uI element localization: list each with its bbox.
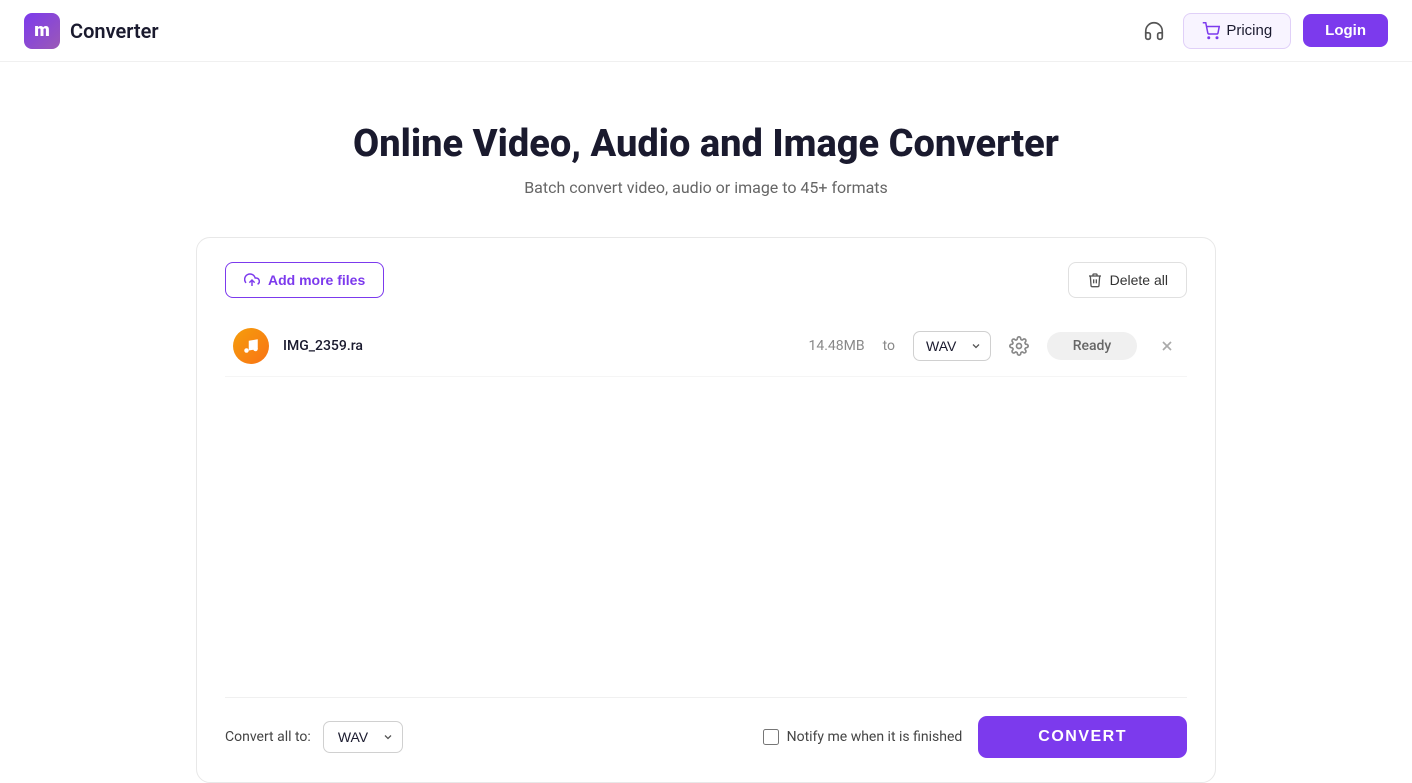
delete-all-button[interactable]: Delete all — [1068, 262, 1187, 298]
add-files-button[interactable]: Add more files — [225, 262, 384, 298]
status-badge: Ready — [1047, 332, 1137, 360]
pricing-button[interactable]: Pricing — [1183, 13, 1291, 49]
convert-button[interactable]: CONVERT — [978, 716, 1187, 758]
add-files-label: Add more files — [268, 272, 365, 288]
page-subtitle: Batch convert video, audio or image to 4… — [524, 178, 888, 197]
convert-all-select[interactable]: WAV MP3 AAC FLAC OGG M4A WMA — [323, 721, 403, 753]
header-right: Pricing Login — [1137, 13, 1388, 49]
header-left: m Converter — [24, 13, 159, 49]
converter-toolbar: Add more files Delete all — [225, 262, 1187, 298]
converter-bottom: Convert all to: WAV MP3 AAC FLAC OGG M4A… — [225, 697, 1187, 758]
format-select[interactable]: WAV MP3 AAC FLAC OGG M4A WMA — [913, 331, 991, 361]
notify-checkbox[interactable] — [763, 729, 779, 745]
page-heading: Online Video, Audio and Image Converter — [353, 122, 1059, 166]
converter-box: Add more files Delete all — [196, 237, 1216, 783]
pricing-label: Pricing — [1226, 22, 1272, 39]
shopping-cart-icon — [1202, 22, 1220, 40]
remove-file-button[interactable] — [1155, 334, 1179, 358]
notify-label[interactable]: Notify me when it is finished — [763, 729, 963, 745]
to-label: to — [883, 338, 895, 354]
gear-icon — [1009, 336, 1029, 356]
convert-all-label: Convert all to: — [225, 729, 311, 745]
support-icon-button[interactable] — [1137, 14, 1171, 48]
logo-icon: m — [24, 13, 60, 49]
notify-text: Notify me when it is finished — [787, 729, 963, 745]
file-type-icon — [233, 328, 269, 364]
header: m Converter Pricing Login — [0, 0, 1412, 62]
main-content: Online Video, Audio and Image Converter … — [0, 62, 1412, 783]
file-row: IMG_2359.ra 14.48MB to WAV MP3 AAC FLAC … — [225, 316, 1187, 377]
file-size: 14.48MB — [808, 338, 864, 354]
close-icon — [1159, 338, 1175, 354]
music-note-icon — [242, 337, 260, 355]
login-button[interactable]: Login — [1303, 14, 1388, 47]
settings-button[interactable] — [1005, 332, 1033, 360]
headset-icon — [1143, 20, 1165, 42]
convert-all-left: Convert all to: WAV MP3 AAC FLAC OGG M4A… — [225, 721, 403, 753]
file-name: IMG_2359.ra — [283, 338, 423, 354]
delete-all-label: Delete all — [1110, 272, 1168, 288]
upload-icon — [244, 272, 260, 288]
app-title: Converter — [70, 19, 159, 43]
trash-icon — [1087, 272, 1103, 288]
convert-all-right: Notify me when it is finished CONVERT — [763, 716, 1187, 758]
